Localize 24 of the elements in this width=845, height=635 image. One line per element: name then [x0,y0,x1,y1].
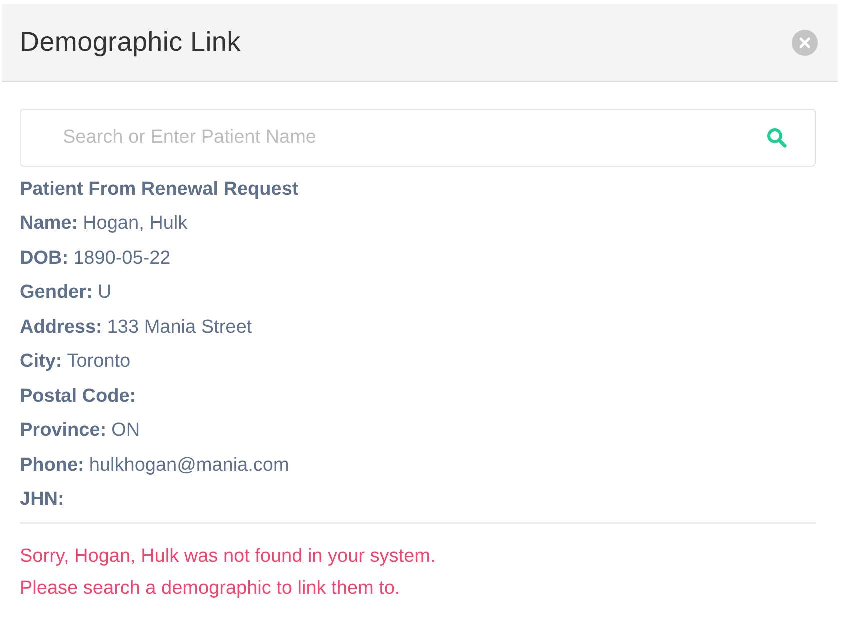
field-value: Hogan, Hulk [83,213,188,236]
close-icon [792,30,818,56]
field-label: Name: [20,213,78,236]
error-message: Please search a demographic to link them to. [20,578,402,600]
field-label: Gender: [20,282,93,305]
field-label: City: [20,351,62,374]
dialog-title: Demographic Link [20,27,241,58]
search-icon[interactable] [766,127,788,149]
field-value: U [98,282,112,305]
field-label: Phone: [20,454,84,478]
field-label: Address: [20,316,102,340]
field-value: ON [112,420,140,443]
field-value: hulkhogan@mania.com [89,454,290,478]
field-value: 1890-05-22 [74,248,171,270]
field-label: JHN: [20,489,64,512]
section-heading: Patient From Renewal Request [20,179,300,202]
field-value: Toronto [67,351,131,374]
field-label: Postal Code: [20,386,136,408]
error-message: Sorry, Hogan, Hulk was not found in your system. [20,546,437,568]
close-button[interactable] [792,30,818,56]
field-value: 133 Mania Street [107,316,252,340]
field-label: DOB: [20,248,69,270]
field-label: Province: [20,420,107,443]
search-field[interactable]: Search or Enter Patient Name [20,109,816,167]
